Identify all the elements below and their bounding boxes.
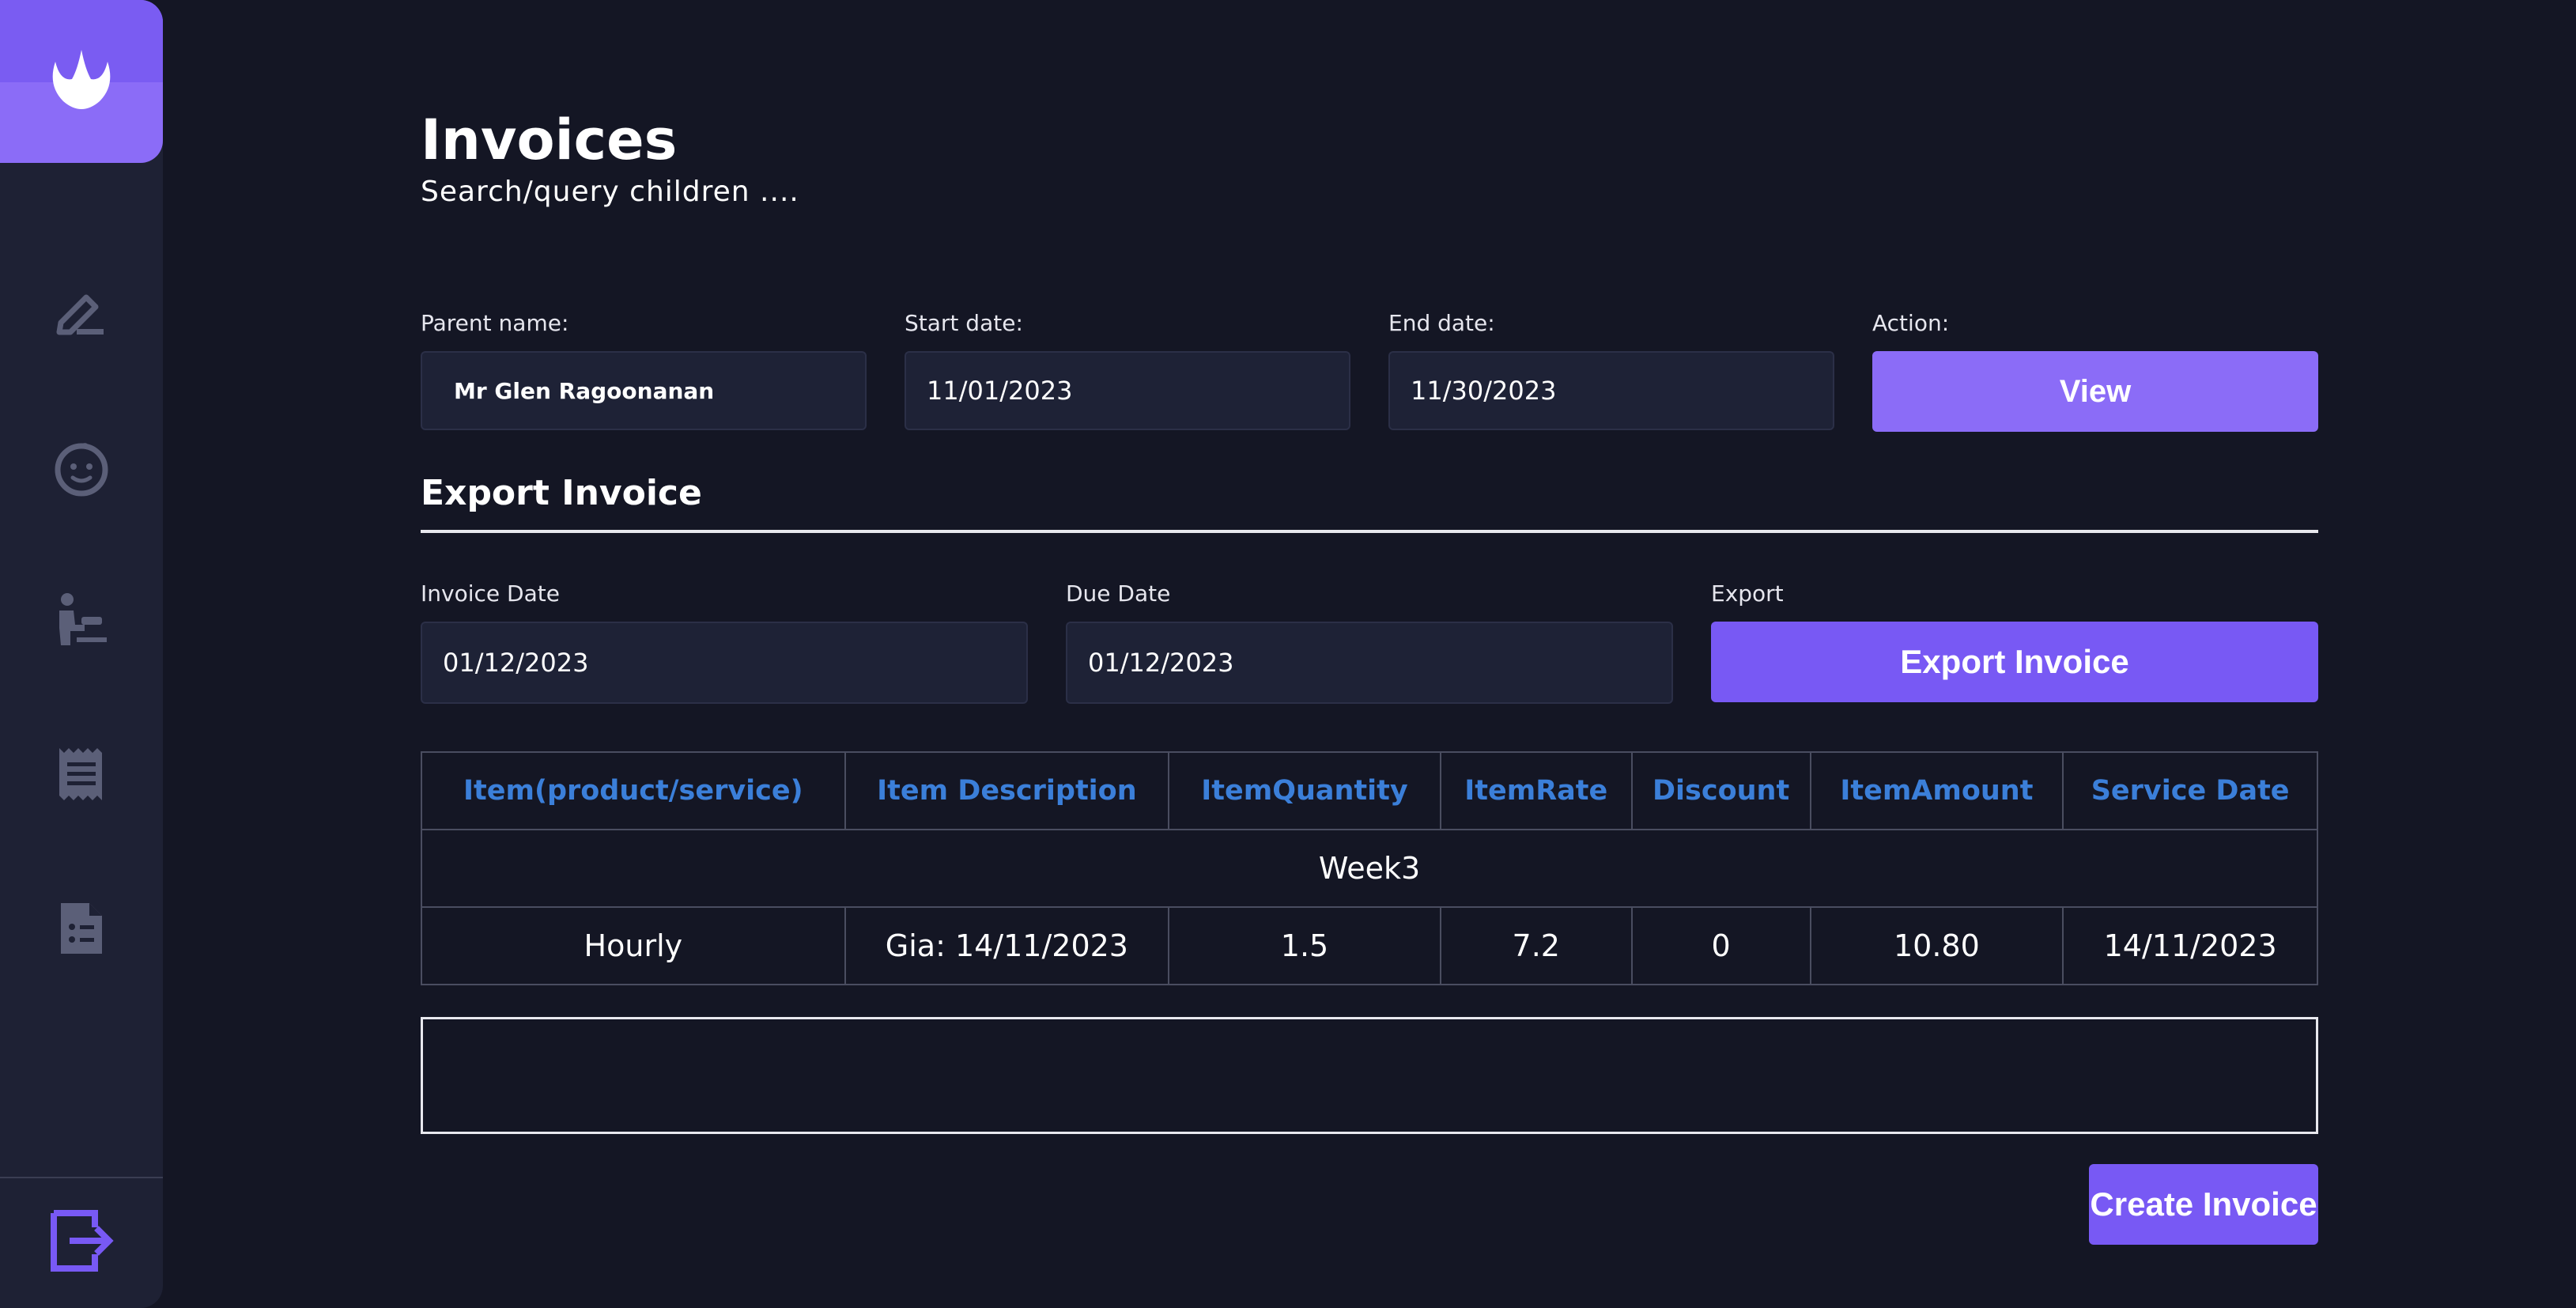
due-date-field[interactable]: 01/12/2023: [1066, 622, 1673, 704]
table-cell: Gia: 14/11/2023: [844, 906, 1170, 985]
export-invoice-heading: Export Invoice: [421, 473, 702, 513]
caregiver-icon[interactable]: [50, 590, 113, 653]
column-header[interactable]: Discount: [1630, 751, 1811, 830]
edit-icon[interactable]: [50, 283, 113, 346]
table-cell: 0: [1630, 906, 1811, 985]
column-header[interactable]: Item Description: [844, 751, 1170, 830]
end-date-label: End date:: [1388, 310, 1495, 336]
table-row[interactable]: Hourly Gia: 14/11/2023 1.5 7.2 0 10.80 1…: [421, 906, 2318, 985]
view-button[interactable]: View: [1872, 351, 2318, 432]
column-header[interactable]: Service Date: [2062, 751, 2318, 830]
column-header[interactable]: ItemQuantity: [1168, 751, 1441, 830]
end-date-field[interactable]: 11/30/2023: [1388, 351, 1834, 430]
group-row: Week3: [421, 829, 2318, 908]
leaf-logo-icon: [52, 50, 111, 109]
column-header[interactable]: Item(product/service): [421, 751, 846, 830]
section-divider: [421, 530, 2318, 533]
table-cell: 7.2: [1439, 906, 1633, 985]
receipt-icon[interactable]: [50, 743, 113, 807]
due-date-label: Due Date: [1066, 580, 1171, 607]
parent-name-label: Parent name:: [421, 310, 569, 336]
invoice-items-table: Item(product/service) Item Description I…: [421, 751, 2318, 985]
page-subtitle: Search/query children ....: [421, 176, 799, 208]
logo[interactable]: [0, 0, 163, 163]
start-date-field[interactable]: 11/01/2023: [905, 351, 1350, 430]
sidebar-divider: [0, 1177, 163, 1178]
table-cell: Hourly: [421, 906, 846, 985]
export-invoice-button[interactable]: Export Invoice: [1711, 622, 2318, 702]
column-header[interactable]: ItemAmount: [1809, 751, 2064, 830]
start-date-label: Start date:: [905, 310, 1023, 336]
column-header[interactable]: ItemRate: [1439, 751, 1633, 830]
group-label: Week3: [421, 829, 2318, 908]
table-cell: 10.80: [1809, 906, 2064, 985]
child-face-icon[interactable]: [50, 437, 113, 500]
export-label: Export: [1711, 580, 1784, 607]
create-invoice-button[interactable]: Create Invoice: [2089, 1164, 2318, 1245]
table-cell: 14/11/2023: [2062, 906, 2318, 985]
table-header-row: Item(product/service) Item Description I…: [421, 751, 2318, 830]
table-cell: 1.5: [1168, 906, 1441, 985]
action-label: Action:: [1872, 310, 1950, 336]
invoice-date-field[interactable]: 01/12/2023: [421, 622, 1028, 704]
document-icon[interactable]: [50, 897, 113, 960]
logout-icon[interactable]: [47, 1207, 115, 1275]
page-title: Invoices: [421, 108, 678, 172]
sidebar: [0, 0, 163, 1308]
parent-name-field[interactable]: Mr Glen Ragoonanan: [421, 351, 867, 430]
notes-textarea[interactable]: [421, 1017, 2318, 1134]
invoice-date-label: Invoice Date: [421, 580, 560, 607]
